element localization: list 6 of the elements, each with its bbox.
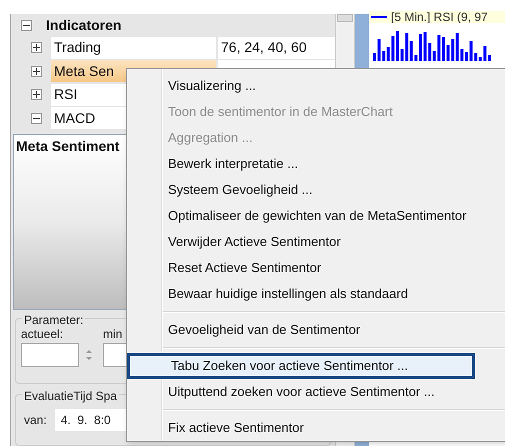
- field-label: actueel:: [21, 326, 64, 343]
- detail-panel-title: Meta Sentiment: [16, 138, 120, 154]
- tree-row-value: 76, 24, 40, 60: [218, 36, 335, 59]
- field-label: min: [103, 326, 124, 343]
- field-label: van:: [24, 412, 47, 429]
- tree-group-label: Indicatoren: [46, 16, 122, 34]
